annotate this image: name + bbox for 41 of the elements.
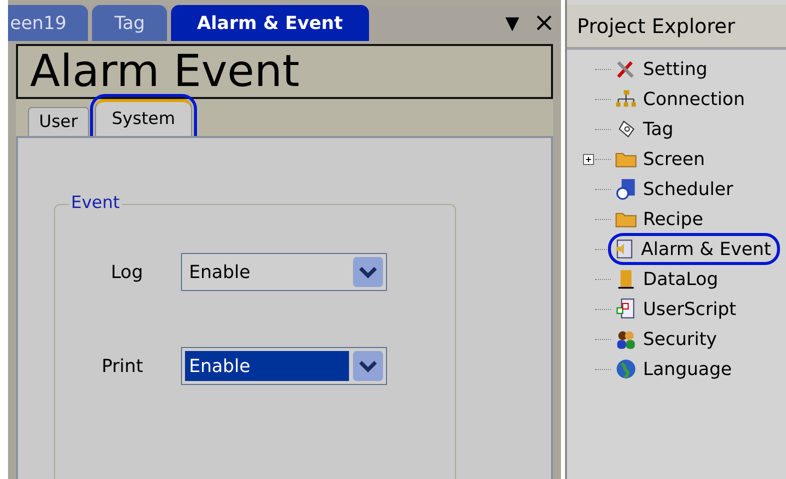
tree-item[interactable]: Screen [611,146,709,172]
chevron-down-icon[interactable] [353,351,383,381]
document-tab[interactable]: Tag [92,5,167,41]
tree-item[interactable]: Scheduler [611,176,738,202]
tree-item[interactable]: UserScript [611,296,740,322]
tree-item[interactable]: Setting [611,56,712,82]
tab[interactable]: User [28,107,89,136]
field-label: Log [110,262,144,282]
dropdown-menu-icon[interactable]: ▼ [505,12,520,34]
tree-item-label: UserScript [643,298,736,320]
tree-item-label: Tag [643,118,674,140]
dropdown-value: Enable [185,351,349,381]
tree-item[interactable]: Recipe [611,206,708,232]
tree-item[interactable]: DataLog [611,266,722,292]
globe-icon [615,358,637,380]
document-tab[interactable]: Alarm & Event [170,5,369,41]
tree-item[interactable]: Tag [611,116,678,142]
document-icon [615,298,637,320]
field-label: Print [100,356,144,376]
tree-item-label: Screen [643,148,705,170]
tree-item[interactable]: Security [611,326,721,352]
tree-item-label: DataLog [643,268,718,290]
tree-item-label: Scheduler [643,178,734,200]
tree-item-label: Security [643,328,717,350]
tree-item-label: Alarm & Event [641,238,772,260]
tree-item[interactable]: Alarm & Event [611,236,778,262]
document-tab[interactable]: een19 [8,5,88,41]
dropdown-value: Enable [188,260,252,284]
tree-item-label: Language [643,358,732,380]
tree-item-label: Recipe [643,208,704,230]
dropdown[interactable]: Enable [181,253,387,291]
dropdown[interactable]: Enable [181,347,387,385]
tree-item[interactable]: Connection [611,86,749,112]
tree-item[interactable]: Language [611,356,736,382]
tree-item-label: Setting [643,58,708,80]
tree-item-label: Connection [643,88,745,110]
header-title: Alarm Event [30,46,300,97]
close-icon[interactable]: × [533,8,555,38]
panel-title: Project Explorer [567,5,786,49]
expand-icon[interactable] [583,154,594,164]
chevron-down-icon[interactable] [353,257,383,287]
